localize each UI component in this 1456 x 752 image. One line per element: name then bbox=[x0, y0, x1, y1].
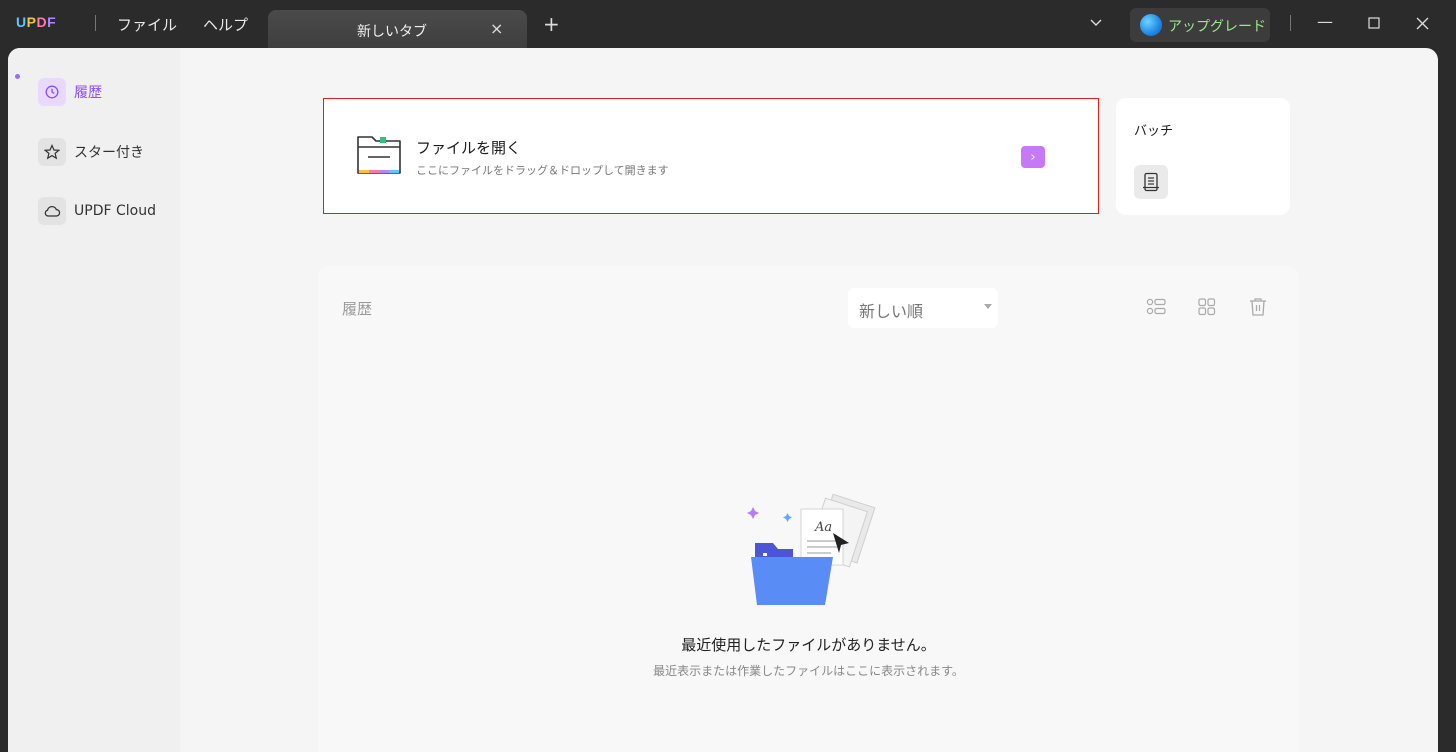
sidebar-item-label: UPDF Cloud bbox=[74, 203, 156, 219]
empty-state-subtitle: 最近表示または作業したファイルはここに表示されます。 bbox=[653, 664, 964, 678]
upgrade-button[interactable]: アップグレード bbox=[1130, 8, 1270, 42]
indicator-dot bbox=[15, 74, 20, 79]
tab-close-button[interactable]: × bbox=[490, 19, 503, 38]
close-window-button[interactable] bbox=[1416, 17, 1429, 30]
open-file-subtitle: ここにファイルをドラッグ＆ドロップして開きます bbox=[416, 164, 669, 177]
maximize-button[interactable] bbox=[1368, 17, 1380, 29]
title-bar: UPDF ファイル ヘルプ 新しいタブ × + アップグレード — bbox=[0, 0, 1456, 48]
sidebar-item-starred[interactable]: スター付き bbox=[38, 138, 144, 166]
menu-help[interactable]: ヘルプ bbox=[203, 14, 248, 35]
clock-icon bbox=[38, 78, 66, 106]
divider bbox=[1290, 15, 1291, 31]
globe-icon bbox=[1140, 14, 1162, 36]
sidebar-item-label: スター付き bbox=[74, 145, 144, 161]
batch-document-icon bbox=[1134, 165, 1168, 199]
batch-card[interactable]: バッチ bbox=[1116, 98, 1290, 215]
empty-state-illustration: Aa bbox=[747, 493, 876, 605]
sort-selected-value: 新しい順 bbox=[859, 302, 924, 321]
minimize-button[interactable]: — bbox=[1317, 12, 1333, 31]
svg-text:Aa: Aa bbox=[814, 520, 832, 535]
menu-file[interactable]: ファイル bbox=[117, 14, 177, 35]
tab-label: 新しいタブ bbox=[357, 24, 427, 40]
upgrade-label: アップグレード bbox=[1168, 19, 1266, 35]
batch-title: バッチ bbox=[1134, 124, 1174, 139]
sidebar-item-cloud[interactable]: UPDF Cloud bbox=[38, 197, 156, 225]
cloud-icon bbox=[38, 197, 66, 225]
sort-dropdown[interactable]: 新しい順 bbox=[848, 288, 998, 328]
history-title: 履歴 bbox=[342, 300, 373, 318]
list-view-icon[interactable] bbox=[1145, 296, 1167, 318]
grid-view-icon[interactable] bbox=[1196, 296, 1218, 318]
sidebar: 履歴 スター付き UPDF Cloud bbox=[8, 48, 180, 752]
new-tab-button[interactable]: + bbox=[543, 14, 560, 34]
caret-down-icon bbox=[984, 304, 992, 309]
main-window: 履歴 スター付き UPDF Cloud ファイルを開く ここにファイルをドラッグ… bbox=[8, 48, 1438, 752]
folder-icon bbox=[357, 136, 401, 174]
open-file-card[interactable]: ファイルを開く ここにファイルをドラッグ＆ドロップして開きます › bbox=[323, 98, 1099, 214]
divider bbox=[95, 15, 96, 31]
updf-logo[interactable]: UPDF bbox=[16, 14, 56, 30]
sidebar-item-history[interactable]: 履歴 bbox=[38, 78, 102, 106]
empty-state-title: 最近使用したファイルがありません。 bbox=[681, 636, 936, 654]
history-panel: 履歴 新しい順 Aa 最近使用したファイルがありません。 最近表示または作業した… bbox=[318, 266, 1299, 752]
trash-icon[interactable] bbox=[1247, 296, 1269, 318]
tab-new-tab[interactable]: 新しいタブ × bbox=[268, 10, 527, 48]
content-area: ファイルを開く ここにファイルをドラッグ＆ドロップして開きます › バッチ 履歴… bbox=[180, 48, 1438, 752]
star-icon bbox=[38, 138, 66, 166]
open-file-title: ファイルを開く bbox=[416, 139, 522, 157]
sidebar-item-label: 履歴 bbox=[74, 85, 102, 101]
chevron-down-icon[interactable] bbox=[1088, 14, 1104, 30]
open-file-arrow-button[interactable]: › bbox=[1021, 146, 1045, 168]
